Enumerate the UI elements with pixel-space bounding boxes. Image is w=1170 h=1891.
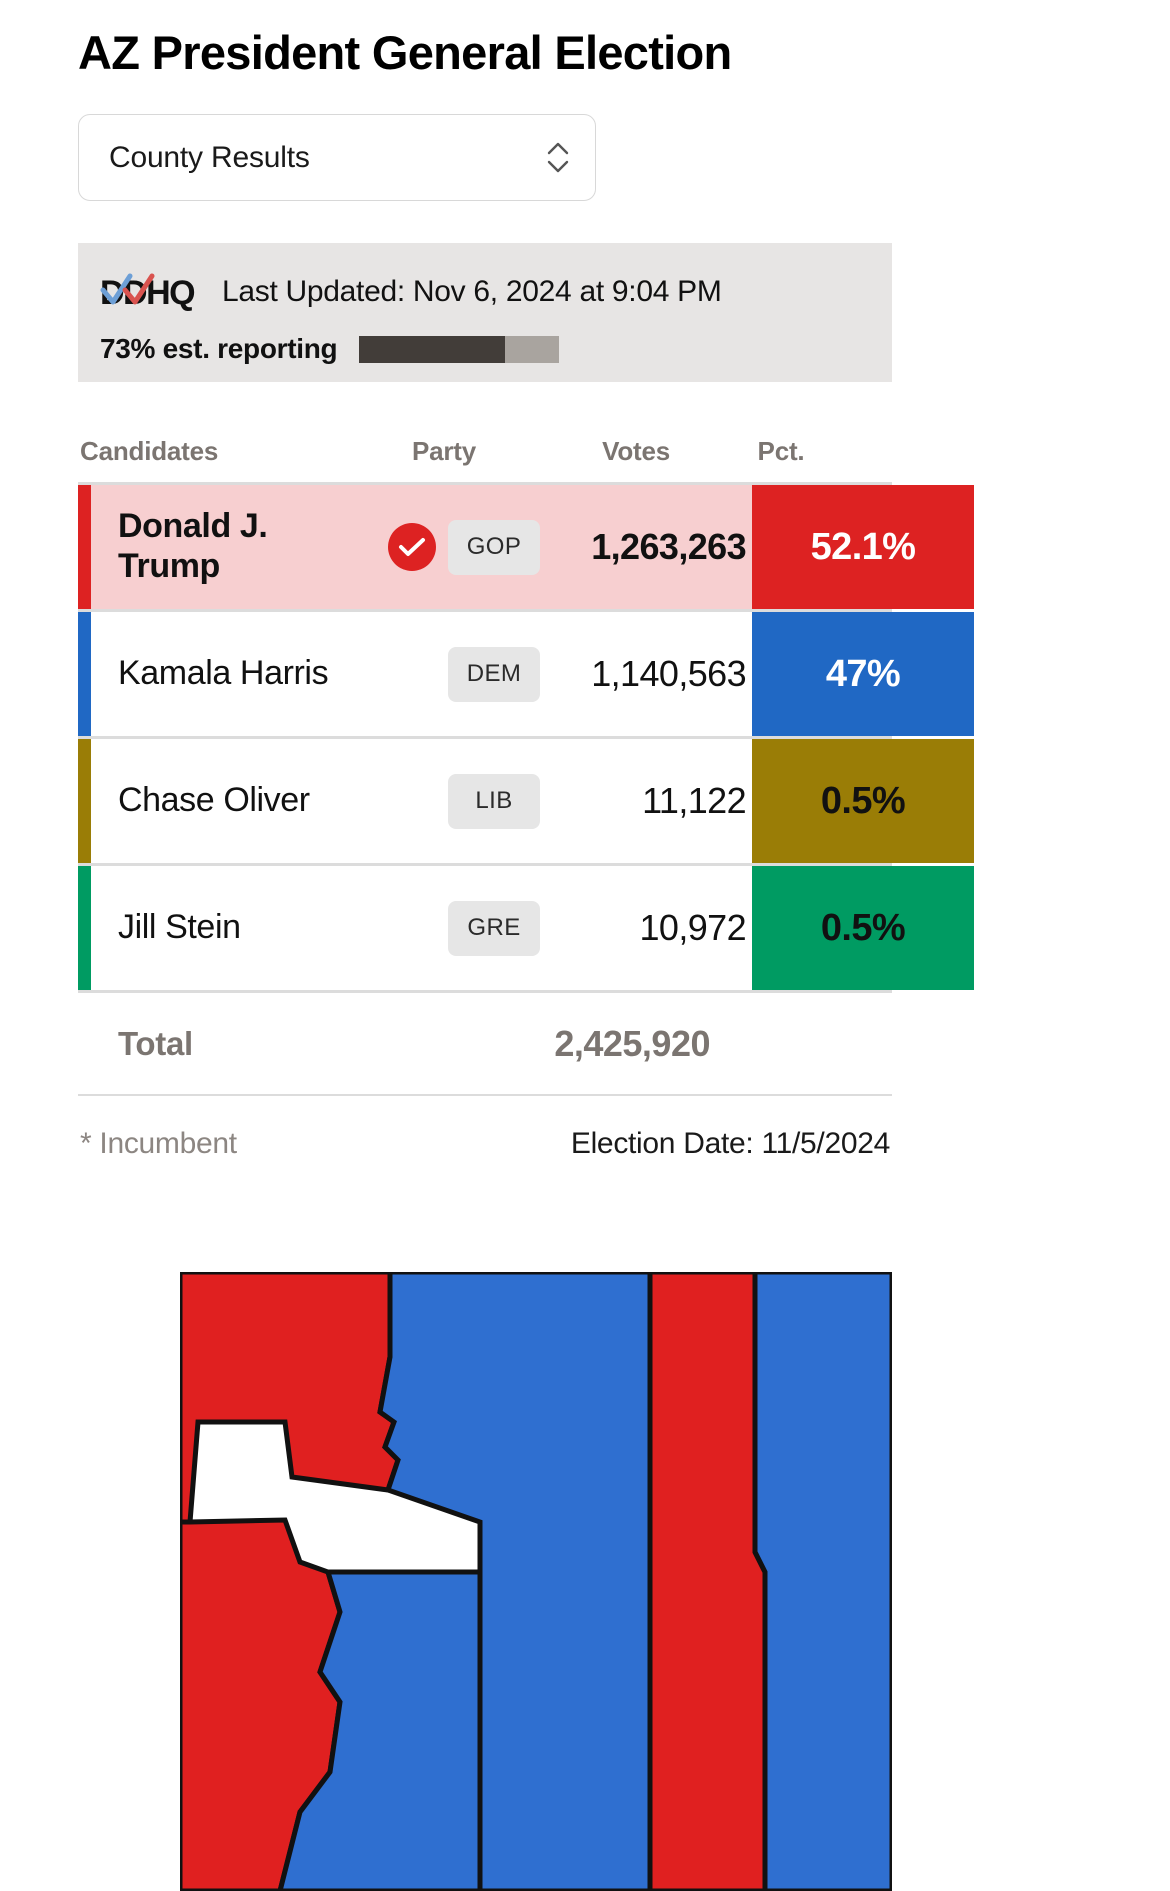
party-cell: DEM — [368, 647, 540, 702]
table-footer: * Incumbent Election Date: 11/5/2024 — [78, 1096, 892, 1192]
party-cell: GRE — [368, 901, 540, 956]
arizona-county-results-map[interactable] — [180, 1272, 892, 1891]
election-results-page: AZ President General Election County Res… — [0, 0, 1170, 1891]
view-results-select[interactable]: County Results — [78, 114, 596, 201]
page-title: AZ President General Election — [78, 25, 732, 80]
party-badge: GOP — [448, 520, 540, 575]
table-header-row: Candidates Party Votes Pct. — [78, 420, 892, 482]
candidate-name: Chase Oliver — [118, 781, 368, 821]
column-header-pct: Pct. — [670, 436, 892, 467]
total-row: Total 2,425,920 — [78, 990, 892, 1094]
last-updated-text: Last Updated: Nov 6, 2024 at 9:04 PM — [222, 275, 722, 309]
votes-value: 10,972 — [540, 907, 752, 949]
chevron-up-down-icon[interactable] — [547, 142, 569, 173]
column-header-votes: Votes — [530, 436, 670, 467]
reporting-row: 73% est. reporting — [100, 329, 892, 369]
view-results-select-value: County Results — [109, 141, 310, 175]
party-badge: GRE — [448, 901, 540, 956]
votes-value: 1,263,263 — [540, 526, 752, 568]
table-row[interactable]: Chase OliverLIB11,1220.5% — [78, 736, 892, 863]
reporting-progress-fill — [359, 336, 505, 363]
votes-value: 11,122 — [540, 780, 752, 822]
row-party-accent-bar — [78, 866, 91, 990]
candidate-name: Jill Stein — [118, 908, 368, 948]
row-body: Jill Stein GRE10,972 — [91, 866, 752, 990]
row-body: Chase Oliver LIB11,122 — [91, 739, 752, 863]
party-cell: LIB — [368, 774, 540, 829]
check-circle-icon — [388, 523, 436, 571]
ddhq-logo: DDHQ — [100, 272, 200, 312]
county-shape-navajo — [650, 1272, 765, 1891]
row-body: Donald J. Trump GOP1,263,263 — [91, 485, 752, 609]
table-rows: Donald J. TrumpGOP1,263,26352.1%Kamala H… — [78, 482, 892, 990]
county-shape-mohave — [180, 1272, 398, 1522]
row-body: Kamala Harris DEM1,140,563 — [91, 612, 752, 736]
party-cell: GOP — [368, 520, 540, 575]
total-votes-value: 2,425,920 — [398, 1023, 710, 1065]
table-row[interactable]: Donald J. TrumpGOP1,263,26352.1% — [78, 482, 892, 609]
table-row[interactable]: Kamala HarrisDEM1,140,56347% — [78, 609, 892, 736]
row-party-accent-bar — [78, 485, 91, 609]
pct-value: 47% — [752, 612, 974, 736]
row-party-accent-bar — [78, 739, 91, 863]
votes-value: 1,140,563 — [540, 653, 752, 695]
party-badge: DEM — [448, 647, 540, 702]
pct-value: 0.5% — [752, 739, 974, 863]
candidate-name: Donald J. Trump — [118, 507, 368, 587]
status-bar: DDHQ Last Updated: Nov 6, 2024 at 9:04 P… — [78, 243, 892, 382]
candidate-name: Kamala Harris — [118, 654, 368, 694]
results-table: Candidates Party Votes Pct. Donald J. Tr… — [78, 420, 892, 1192]
reporting-label: 73% est. reporting — [100, 333, 337, 365]
incumbent-note: * Incumbent — [80, 1127, 237, 1161]
total-label: Total — [118, 1025, 398, 1063]
election-date: Election Date: 11/5/2024 — [571, 1127, 890, 1161]
pct-value: 52.1% — [752, 485, 974, 609]
party-badge: LIB — [448, 774, 540, 829]
pct-value: 0.5% — [752, 866, 974, 990]
county-shape-apache — [755, 1272, 892, 1891]
column-header-candidates: Candidates — [80, 436, 358, 467]
column-header-party: Party — [358, 436, 530, 467]
row-party-accent-bar — [78, 612, 91, 736]
reporting-progress-bar — [359, 336, 559, 363]
table-row[interactable]: Jill SteinGRE10,9720.5% — [78, 863, 892, 990]
last-updated-row: DDHQ Last Updated: Nov 6, 2024 at 9:04 P… — [100, 269, 892, 315]
